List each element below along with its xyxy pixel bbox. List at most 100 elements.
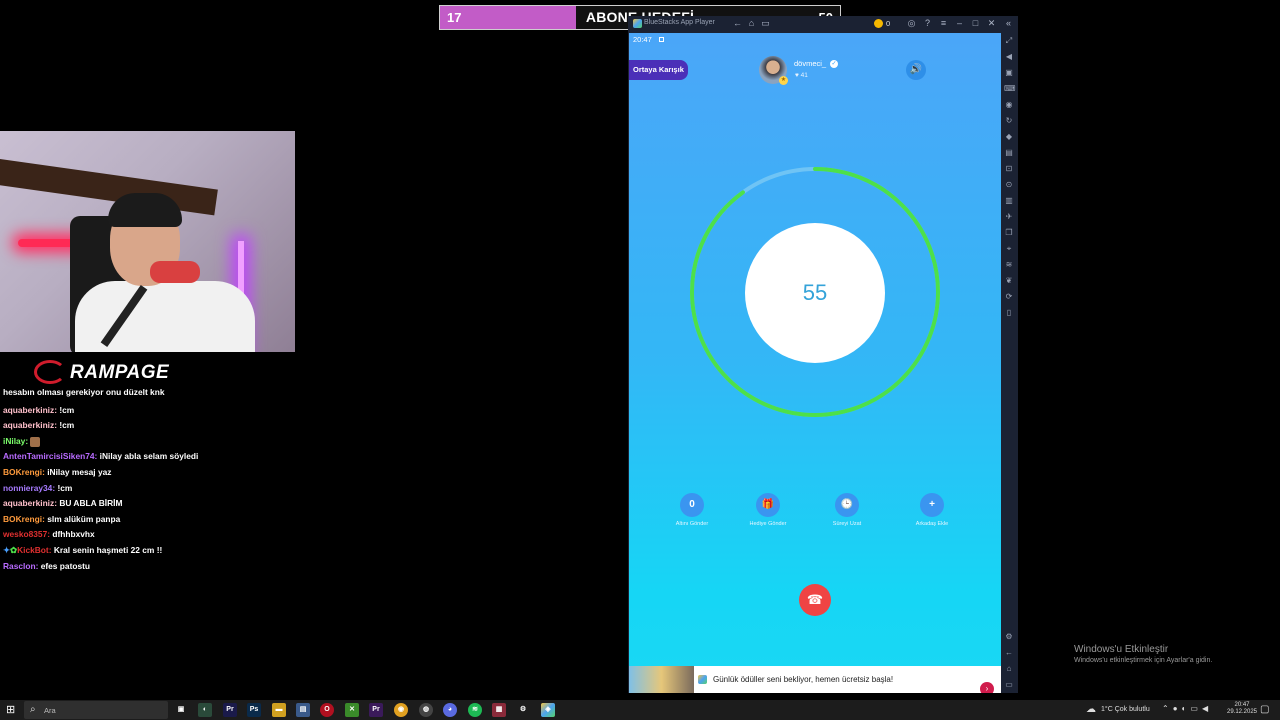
chat-emote-icon xyxy=(30,436,41,447)
chat-username: nonnieray34: xyxy=(3,482,56,493)
task-view-icon[interactable]: ▣ xyxy=(174,703,188,717)
chat-username: Rasclon: xyxy=(3,560,39,571)
location-icon[interactable]: ⌖ xyxy=(1004,244,1014,254)
weather-text[interactable]: 1°C Çok bulutlu xyxy=(1101,706,1150,713)
speaker-icon: 🔊 xyxy=(909,64,923,75)
speaker-tray-icon[interactable]: ◀ xyxy=(1202,704,1212,713)
chat-message: AntenTamircisiSiken74: iNilay abla selam… xyxy=(3,449,293,465)
sync-icon[interactable]: ⟳ xyxy=(1004,292,1014,302)
eco-mode-icon[interactable]: ❦ xyxy=(1004,276,1014,286)
android-recents-icon[interactable]: ▭ xyxy=(1004,680,1014,690)
screenshot-icon[interactable]: ⊡ xyxy=(1004,164,1014,174)
status-notification-icon xyxy=(659,37,664,42)
chat-username: AntenTamircisiSiken74: xyxy=(3,451,98,462)
ad-image xyxy=(629,666,694,693)
hang-up-button[interactable]: ☎ xyxy=(799,584,831,616)
taskbar-search[interactable]: ⌕ Ara xyxy=(24,701,168,719)
tray-chevron-icon[interactable]: ⌃ xyxy=(1162,704,1173,713)
mode-badge[interactable]: Ortaya Karışık xyxy=(629,60,688,80)
chat-message: nonnieray34: !cm xyxy=(3,481,293,497)
premiere-pro-icon[interactable]: Pr xyxy=(223,703,237,717)
search-icon: ⌕ xyxy=(30,704,36,715)
media-folder-icon[interactable]: ▥ xyxy=(1004,196,1014,206)
windows-start-icon[interactable]: ⊞ xyxy=(6,704,18,716)
menu-icon[interactable]: ≡ xyxy=(938,18,949,29)
call-app-screen: 20:47 Ortaya Karışık ★ dövmeci_ ✓ ♥ 41 🔊… xyxy=(629,33,1001,693)
microphone-icon[interactable]: ● xyxy=(1173,704,1182,713)
settings-app-icon[interactable]: ⚙ xyxy=(516,703,530,717)
macro-icon[interactable]: ◉ xyxy=(1004,100,1014,110)
more-icon[interactable]: ▯ xyxy=(1004,308,1014,318)
bluestacks-taskbar-icon[interactable]: ◈ xyxy=(541,703,555,717)
keyboard-icon[interactable]: ⌨ xyxy=(1004,84,1016,94)
android-back-icon[interactable]: ← xyxy=(1004,648,1014,658)
bluestacks-titlebar: BlueStacks App Player ← ⌂ ▭ 0 ◎ ? ≡ – □ … xyxy=(628,16,1018,32)
ad-arrow-icon[interactable]: › xyxy=(980,682,994,693)
rotate-icon[interactable]: ↻ xyxy=(1004,116,1014,126)
webcam-shelf xyxy=(0,159,218,216)
photoshop-icon[interactable]: Ps xyxy=(247,703,261,717)
obs-icon[interactable]: ◍ xyxy=(419,703,433,717)
send-gift-button[interactable]: 🎁 Hediye Gönder xyxy=(738,493,798,527)
discord-icon[interactable]: ◕ xyxy=(443,703,457,717)
xbox-icon[interactable]: ✕ xyxy=(345,703,359,717)
record-icon[interactable]: ⊙ xyxy=(1004,180,1014,190)
speaker-button[interactable]: 🔊 xyxy=(906,60,926,80)
active-app-icon[interactable]: ▦ xyxy=(492,703,506,717)
recent-apps-icon[interactable]: ▭ xyxy=(760,18,771,29)
send-gift-label: Hediye Gönder xyxy=(749,521,787,527)
windows-taskbar: ⊞ ⌕ Ara ▣ ◐ Pr Ps ▬ ▤ O ✕ Pr ◉ ◍ ◕ ≋ ▦ ⚙… xyxy=(0,700,1280,720)
file-explorer-icon[interactable]: ▬ xyxy=(272,703,286,717)
chat-username: KickBot: xyxy=(17,544,52,555)
send-gold-button[interactable]: 0 Altını Gönder xyxy=(662,493,722,527)
rampage-logo-icon xyxy=(34,360,66,384)
home-icon[interactable]: ⌂ xyxy=(746,18,757,29)
shake-icon[interactable]: ≋ xyxy=(1004,260,1014,270)
gamepad-icon[interactable]: ◆ xyxy=(1004,132,1014,142)
fullscreen-icon[interactable]: ⤢ xyxy=(1004,36,1014,46)
add-friend-button[interactable]: + Arkadaş Ekle xyxy=(902,493,962,527)
chrome-icon[interactable]: ◉ xyxy=(394,703,408,717)
chat-message: hesabın olması gerekiyor onu düzelt knk xyxy=(3,385,293,401)
notepad-icon[interactable]: ▤ xyxy=(296,703,310,717)
chat-message-text: Kral senin haşmeti 22 cm !! xyxy=(53,544,163,555)
system-tray[interactable]: ⌃●◐▭◀ xyxy=(1162,704,1212,713)
taskbar-clock[interactable]: 20:47 29.12.2025 xyxy=(1222,702,1262,716)
chat-message: BOKrengi: slm alüküm panpa xyxy=(3,512,293,528)
account-icon[interactable]: ◎ xyxy=(906,18,917,29)
volume-icon[interactable]: ◀ xyxy=(1004,52,1014,62)
weather-icon: ☁ xyxy=(1086,704,1096,715)
minimize-icon[interactable]: – xyxy=(954,18,965,29)
bluestacks-sidebar: ⤢ ◀ ▣ ⌨ ◉ ↻ ◆ ▤ ⊡ ⊙ ▥ ✈ ❐ ⌖ ≋ ❦ ⟳ ▯ ⚙ ← … xyxy=(1000,32,1018,693)
maximize-icon[interactable]: □ xyxy=(970,18,981,29)
multi-instance-icon[interactable]: ▤ xyxy=(1004,148,1014,158)
ad-banner[interactable]: Günlük ödüller seni bekliyor, hemen ücre… xyxy=(629,666,1001,693)
bot-badge-icon: ✿ xyxy=(10,544,18,555)
back-icon[interactable]: ← xyxy=(732,18,743,29)
chat-message-text: efes patostu xyxy=(40,560,91,571)
chat-message: BOKrengi: iNilay mesaj yaz xyxy=(3,465,293,481)
chat-message-text: slm alüküm panpa xyxy=(47,513,121,524)
settings-icon[interactable]: ⚙ xyxy=(1004,632,1014,642)
clock-date: 29.12.2025 xyxy=(1226,709,1258,715)
android-home-icon[interactable]: ⌂ xyxy=(1004,664,1014,674)
ad-text: Günlük ödüller seni bekliyor, hemen ücre… xyxy=(713,675,894,684)
install-apk-icon[interactable]: ▣ xyxy=(1004,68,1014,78)
clock-time: 20:47 xyxy=(1234,702,1250,708)
premiere-rush-icon[interactable]: Pr xyxy=(369,703,383,717)
collapse-sidebar-icon[interactable]: « xyxy=(1003,18,1014,29)
airplane-icon[interactable]: ✈ xyxy=(1004,212,1014,222)
search-placeholder: Ara xyxy=(44,706,56,715)
spotify-icon[interactable]: ≋ xyxy=(468,703,482,717)
chat-message-text: dfhhbxvhx xyxy=(52,529,95,540)
close-icon[interactable]: ✕ xyxy=(986,18,997,29)
opera-icon[interactable]: O xyxy=(320,703,334,717)
app-browser-icon[interactable]: ◐ xyxy=(198,703,212,717)
rampage-logo: RAMPAGE xyxy=(34,360,184,384)
copy-icon[interactable]: ❐ xyxy=(1004,228,1014,238)
network-icon[interactable]: ▭ xyxy=(1190,704,1202,713)
extend-time-button[interactable]: 🕒 Süreyi Uzat xyxy=(817,493,877,527)
help-icon[interactable]: ? xyxy=(922,18,933,29)
chat-message: Rasclon: efes patostu xyxy=(3,559,293,575)
notification-icon[interactable]: ▢ xyxy=(1260,704,1269,715)
